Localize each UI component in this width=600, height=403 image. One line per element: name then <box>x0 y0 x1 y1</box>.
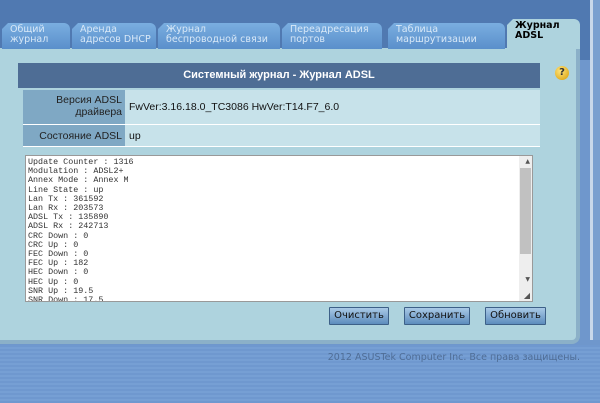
tab-adsl-log[interactable]: Журнал ADSL <box>507 19 580 49</box>
scrollbar[interactable]: ▲ ▼ ◢ <box>519 156 532 301</box>
tab-wireless-log[interactable]: Журнал беспроводной связи <box>158 23 280 49</box>
section-title: Системный журнал - Журнал ADSL <box>18 63 540 88</box>
info-label: Версия ADSL драйвера <box>23 90 125 124</box>
copyright-footer: 2012 ASUSTek Computer Inc. Все права защ… <box>327 352 580 363</box>
right-strip <box>590 0 600 340</box>
info-value: up <box>125 125 540 146</box>
scroll-thumb[interactable] <box>520 168 531 254</box>
save-button[interactable]: Сохранить <box>404 307 470 325</box>
tab-bar: Общий журнал Аренда адресов DHCP Журнал … <box>0 19 580 49</box>
help-icon[interactable]: ? <box>555 66 569 80</box>
clear-button[interactable]: Очистить <box>329 307 389 325</box>
tab-port-forwarding[interactable]: Переадресация портов <box>282 23 382 49</box>
refresh-button[interactable]: Обновить <box>485 307 546 325</box>
log-textarea[interactable]: Update Counter : 1316 Modulation : ADSL2… <box>25 155 533 302</box>
tab-general-log[interactable]: Общий журнал <box>2 23 70 49</box>
scroll-down-icon[interactable]: ▼ <box>525 276 530 283</box>
scroll-up-icon[interactable]: ▲ <box>525 158 530 165</box>
info-row-adsl-state: Состояние ADSL up <box>23 125 540 147</box>
info-value: FwVer:3.16.18.0_TC3086 HwVer:T14.F7_6.0 <box>125 90 540 124</box>
tab-routing-table[interactable]: Таблица маршрутизации <box>388 23 505 49</box>
resize-handle-icon[interactable]: ◢ <box>524 291 530 300</box>
info-table: Версия ADSL драйвера FwVer:3.16.18.0_TC3… <box>18 88 540 148</box>
tab-dhcp-leases[interactable]: Аренда адресов DHCP <box>72 23 156 49</box>
info-label: Состояние ADSL <box>23 125 125 146</box>
log-text: Update Counter : 1316 Modulation : ADSL2… <box>28 157 134 302</box>
info-row-driver-version: Версия ADSL драйвера FwVer:3.16.18.0_TC3… <box>23 90 540 125</box>
